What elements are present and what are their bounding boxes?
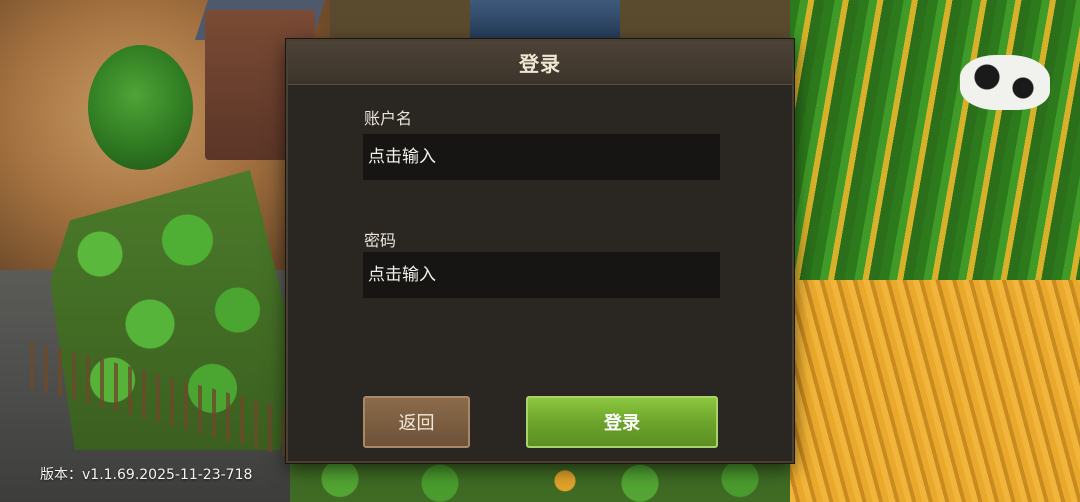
login-dialog: 登录 账户名 密码 返回 登录 — [286, 39, 794, 463]
back-button-label: 返回 — [398, 413, 435, 434]
version-text: 版本：v1.1.69.2025-11-23-718 — [40, 467, 253, 483]
login-button[interactable]: 登录 — [526, 396, 718, 448]
password-label: 密码 — [364, 231, 397, 250]
orange-tree — [88, 45, 193, 170]
dialog-header: 登录 — [288, 41, 792, 85]
username-input[interactable] — [363, 134, 720, 180]
wheat-field — [790, 280, 1080, 502]
login-button-label: 登录 — [604, 413, 640, 434]
cow — [960, 55, 1050, 110]
distant-houses — [470, 0, 620, 40]
back-button[interactable]: 返回 — [363, 396, 470, 448]
username-label: 账户名 — [364, 109, 413, 128]
dialog-title: 登录 — [519, 52, 561, 76]
password-input[interactable] — [363, 252, 720, 298]
corn-field — [790, 0, 1080, 300]
